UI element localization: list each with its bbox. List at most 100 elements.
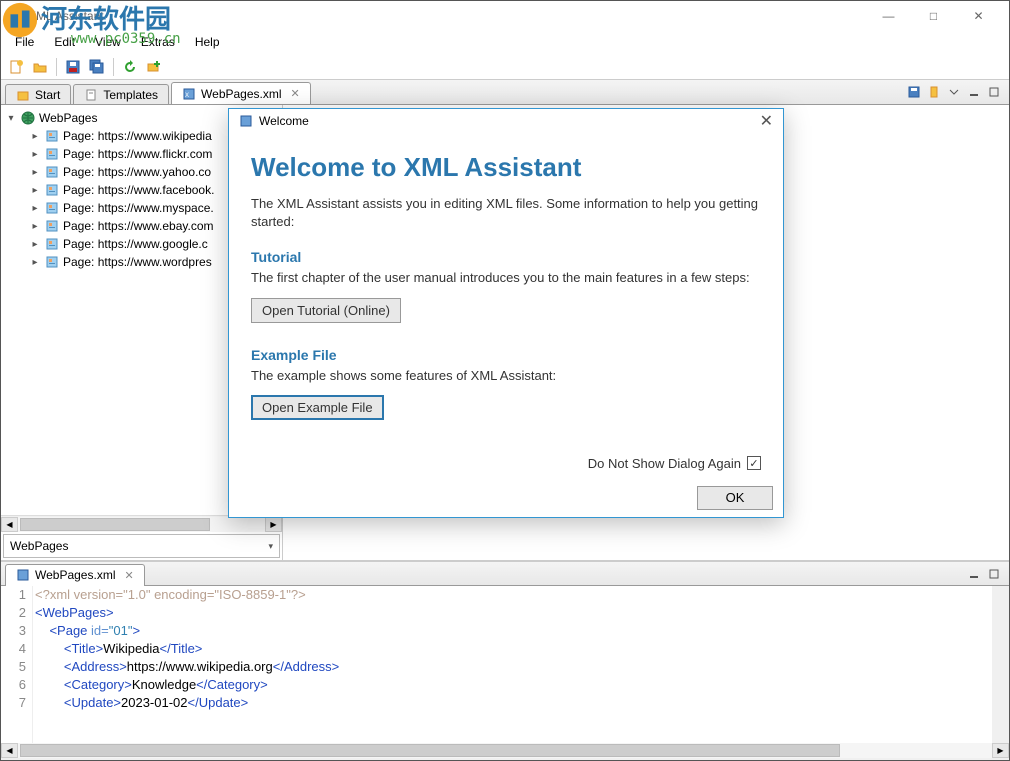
main-toolbar xyxy=(1,53,1009,79)
dialog-intro-text: The XML Assistant assists you in editing… xyxy=(251,195,761,231)
scroll-right-button[interactable]: ▶ xyxy=(265,517,282,532)
bottom-tab-active[interactable]: WebPages.xml ✕ xyxy=(5,564,145,586)
tab-templates[interactable]: Templates xyxy=(73,84,169,104)
scroll-track[interactable] xyxy=(18,743,992,758)
dialog-heading: Welcome to XML Assistant xyxy=(251,152,761,183)
expand-icon[interactable]: ▸ xyxy=(29,203,41,214)
add-node-button[interactable] xyxy=(143,56,165,78)
open-file-button[interactable] xyxy=(29,56,51,78)
open-example-button[interactable]: Open Example File xyxy=(251,395,384,420)
do-not-show-checkbox[interactable]: ✓ xyxy=(747,456,761,470)
expand-icon[interactable]: ▸ xyxy=(29,185,41,196)
minimize-button[interactable]: — xyxy=(866,1,911,31)
svg-text:X: X xyxy=(185,93,189,99)
tabbar-maximize-pane-button[interactable] xyxy=(985,84,1003,100)
minimize-pane-icon xyxy=(968,568,980,580)
code-line[interactable]: <Title>Wikipedia</Title> xyxy=(35,640,992,658)
tabbar-menu-button[interactable] xyxy=(945,84,963,100)
window-title: XML Assistant xyxy=(28,9,104,23)
tutorial-text: The first chapter of the user manual int… xyxy=(251,269,761,287)
start-tab-icon xyxy=(16,88,30,102)
close-icon: ✕ xyxy=(973,9,983,23)
combo-value: WebPages xyxy=(10,539,68,553)
checkbox-label: Do Not Show Dialog Again xyxy=(588,456,741,471)
expand-icon[interactable]: ▸ xyxy=(29,149,41,160)
tabbar-minimize-pane-button[interactable] xyxy=(965,84,983,100)
tree-node-label: Page: https://www.yahoo.co xyxy=(63,165,211,179)
code-editor[interactable]: 1234567 <?xml version="1.0" encoding="IS… xyxy=(1,586,1009,743)
line-number: 2 xyxy=(1,604,26,622)
example-text: The example shows some features of XML A… xyxy=(251,367,761,385)
expand-icon[interactable]: ▸ xyxy=(29,167,41,178)
new-file-button[interactable] xyxy=(5,56,27,78)
code-line[interactable]: <?xml version="1.0" encoding="ISO-8859-1… xyxy=(35,586,992,604)
editor-hscrollbar[interactable]: ◀ ▶ xyxy=(1,743,1009,760)
code-line[interactable]: <Update>2023-01-02</Update> xyxy=(35,694,992,712)
close-button[interactable]: ✕ xyxy=(956,1,1001,31)
tab-editor-active[interactable]: X WebPages.xml ✕ xyxy=(171,82,311,104)
page-node-icon xyxy=(45,183,59,197)
maximize-button[interactable]: □ xyxy=(911,1,956,31)
editor-vscrollbar[interactable] xyxy=(992,586,1009,743)
upper-tabbar: Start Templates X WebPages.xml ✕ xyxy=(1,79,1009,105)
tab-start[interactable]: Start xyxy=(5,84,71,104)
scroll-left-button[interactable]: ◀ xyxy=(1,517,18,532)
code-line[interactable]: <Page id="01"> xyxy=(35,622,992,640)
editor-gutter: 1234567 xyxy=(1,586,33,743)
dialog-body: Welcome to XML Assistant The XML Assista… xyxy=(229,134,783,479)
dialog-close-button[interactable]: ✕ xyxy=(760,111,773,131)
refresh-button[interactable] xyxy=(119,56,141,78)
save-button[interactable] xyxy=(62,56,84,78)
tabbar-save-button[interactable] xyxy=(905,84,923,100)
tree-node-label: Page: https://www.facebook. xyxy=(63,183,214,197)
scroll-left-button[interactable]: ◀ xyxy=(1,743,18,758)
scroll-thumb[interactable] xyxy=(20,518,210,531)
element-selector-combo[interactable]: WebPages ▾ xyxy=(3,534,280,558)
dialog-titlebar[interactable]: Welcome ✕ xyxy=(229,109,783,134)
xml-file-icon xyxy=(16,568,30,582)
tabbar-maximize-pane-button[interactable] xyxy=(985,566,1003,582)
tree-node-label: Page: https://www.wordpres xyxy=(63,255,212,269)
expand-icon[interactable]: ▸ xyxy=(29,257,41,268)
page-node-icon xyxy=(45,129,59,143)
save-all-icon xyxy=(89,59,105,75)
xml-file-icon: X xyxy=(182,87,196,101)
tree-node-label: Page: https://www.wikipedia xyxy=(63,129,212,143)
menu-edit[interactable]: Edit xyxy=(46,33,83,51)
tabbar-minimize-pane-button[interactable] xyxy=(965,566,983,582)
tab-close-icon[interactable]: ✕ xyxy=(291,87,300,100)
refresh-icon xyxy=(122,59,138,75)
scroll-thumb[interactable] xyxy=(20,744,840,757)
menu-view[interactable]: View xyxy=(87,33,129,51)
menu-extras[interactable]: Extras xyxy=(133,33,183,51)
line-number: 1 xyxy=(1,586,26,604)
code-line[interactable]: <Category>Knowledge</Category> xyxy=(35,676,992,694)
ok-button[interactable]: OK xyxy=(697,486,773,510)
menu-file[interactable]: File xyxy=(7,33,42,51)
menu-help[interactable]: Help xyxy=(187,33,228,51)
open-tutorial-button[interactable]: Open Tutorial (Online) xyxy=(251,298,401,323)
save-icon xyxy=(907,85,921,99)
tabbar-pin-button[interactable] xyxy=(925,84,943,100)
code-line[interactable]: <WebPages> xyxy=(35,604,992,622)
scroll-track[interactable] xyxy=(18,517,265,532)
expand-icon[interactable]: ▸ xyxy=(29,131,41,142)
page-node-icon xyxy=(45,237,59,251)
window-titlebar: XML Assistant — □ ✕ xyxy=(1,1,1009,31)
toolbar-divider xyxy=(56,58,57,76)
templates-tab-icon xyxy=(84,88,98,102)
expand-icon[interactable]: ▾ xyxy=(5,113,17,124)
scroll-right-button[interactable]: ▶ xyxy=(992,743,1009,758)
dialog-footer: OK xyxy=(229,479,783,517)
tab-close-icon[interactable]: ✕ xyxy=(124,569,133,582)
expand-icon[interactable]: ▸ xyxy=(29,221,41,232)
code-line[interactable]: <Address>https://www.wikipedia.org</Addr… xyxy=(35,658,992,676)
maximize-icon: □ xyxy=(930,9,937,23)
editor-code[interactable]: <?xml version="1.0" encoding="ISO-8859-1… xyxy=(33,586,992,743)
save-all-button[interactable] xyxy=(86,56,108,78)
expand-icon[interactable]: ▸ xyxy=(29,239,41,250)
tab-label: WebPages.xml xyxy=(201,87,281,101)
save-icon xyxy=(65,59,81,75)
tutorial-heading: Tutorial xyxy=(251,249,761,265)
page-node-icon xyxy=(45,165,59,179)
